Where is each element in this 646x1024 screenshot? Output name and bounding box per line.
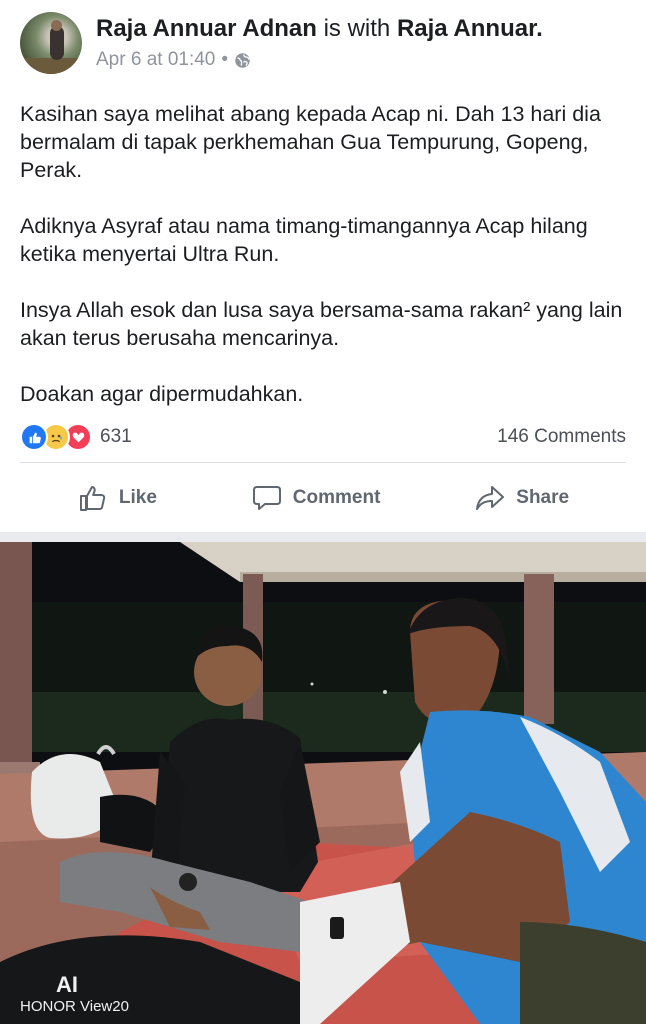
share-icon: [476, 486, 505, 510]
author-name[interactable]: Raja Annuar Adnan: [96, 15, 317, 42]
post-paragraph: Insya Allah esok dan lusa saya bersama-s…: [20, 298, 623, 350]
reactions-bar: 631 146 Comments: [20, 422, 626, 452]
share-button[interactable]: Share: [474, 482, 569, 514]
post-text: Kasihan saya melihat abang kepada Acap n…: [20, 100, 630, 436]
reaction-summary[interactable]: 631: [20, 423, 132, 451]
thumbs-up-icon: [79, 486, 106, 511]
post-paragraph: Adiknya Asyraf atau nama timang-timangan…: [20, 214, 588, 266]
like-icon: [20, 423, 48, 451]
globe-icon: [235, 52, 250, 68]
comment-button[interactable]: Comment: [251, 482, 381, 514]
comments-count[interactable]: 146 Comments: [497, 426, 626, 448]
post-header: Raja Annuar Adnan is with Raja Annuar. A…: [20, 12, 630, 74]
author-line: Raja Annuar Adnan is with Raja Annuar.: [96, 14, 543, 44]
post-timestamp[interactable]: Apr 6 at 01:40: [96, 48, 215, 72]
tagged-name[interactable]: Raja Annuar.: [397, 15, 543, 42]
like-label: Like: [118, 487, 157, 508]
divider: [20, 462, 626, 463]
section-gap: [0, 532, 646, 542]
camera-watermark: AI HONOR View20: [20, 972, 129, 1016]
share-label: Share: [516, 487, 570, 508]
meta-separator: •: [221, 49, 229, 70]
photo-image: [0, 542, 646, 1024]
post-meta: Apr 6 at 01:40 •: [96, 48, 251, 72]
comment-label: Comment: [292, 487, 381, 508]
camera-logo: AI: [56, 972, 78, 997]
comment-icon: [252, 486, 281, 510]
post-paragraph: Kasihan saya melihat abang kepada Acap n…: [20, 102, 601, 182]
reaction-count: 631: [100, 426, 132, 447]
like-button[interactable]: Like: [77, 482, 157, 514]
post-paragraph: Doakan agar dipermudahkan.: [20, 382, 304, 406]
post-actions: Like Comment Share: [0, 472, 646, 524]
with-text: is with: [323, 15, 391, 42]
camera-model: HONOR View20: [20, 998, 129, 1015]
post-photo[interactable]: AI HONOR View20: [0, 542, 646, 1024]
author-avatar[interactable]: [20, 12, 82, 74]
